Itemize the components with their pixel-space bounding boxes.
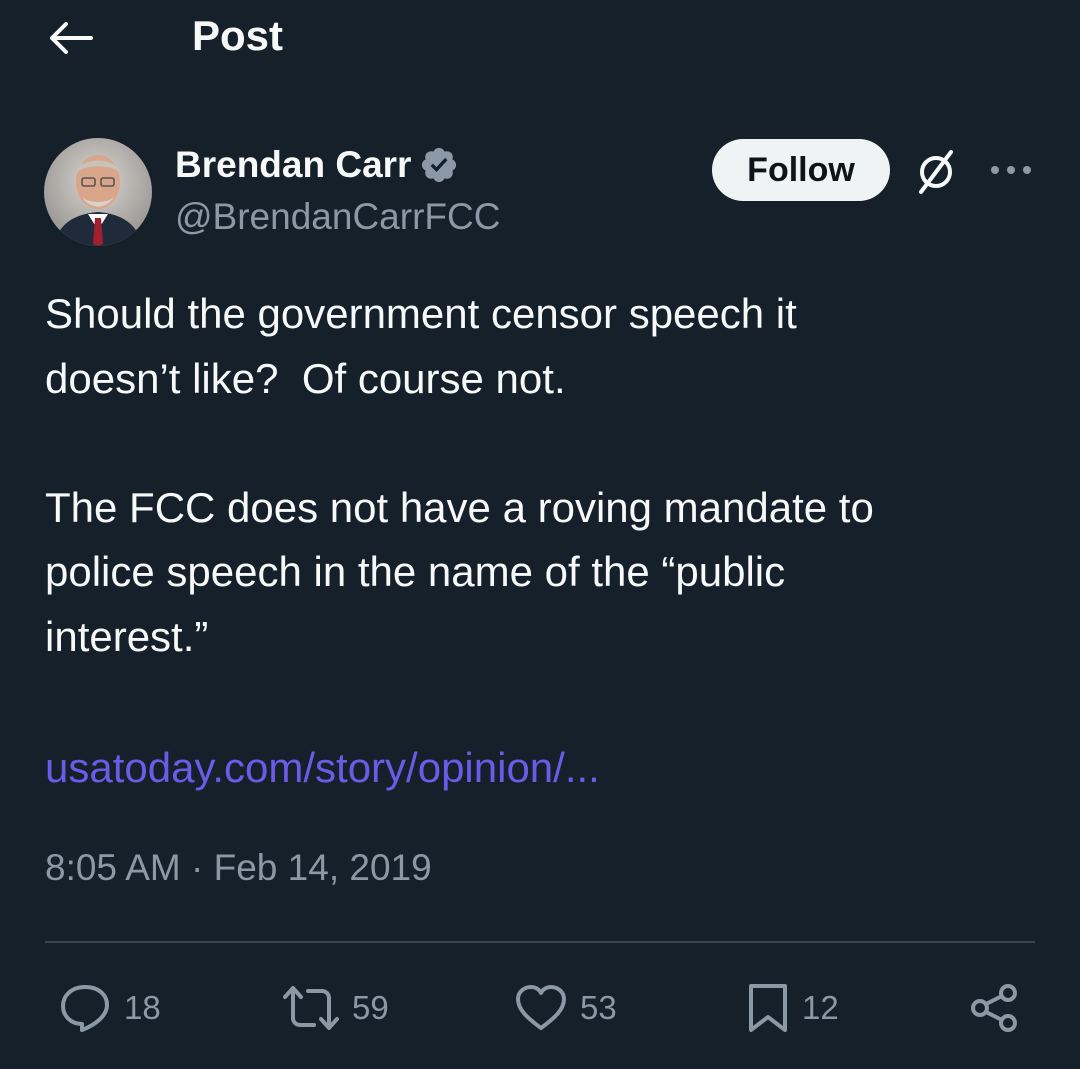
post-text: Should the government censor speech it d… xyxy=(45,282,1035,669)
post-paragraph-spacer xyxy=(45,411,1035,476)
follow-button[interactable]: Follow xyxy=(712,139,890,201)
author-name-row[interactable]: Brendan Carr xyxy=(175,144,459,186)
bookmark-count: 12 xyxy=(802,989,839,1026)
bookmark-icon xyxy=(749,984,787,1032)
author-handle[interactable]: @BrendanCarrFCC xyxy=(175,196,500,238)
post-link[interactable]: usatoday.com/story/opinion/... xyxy=(45,738,600,798)
repost-button[interactable]: 59 xyxy=(282,980,389,1036)
like-count: 53 xyxy=(580,989,617,1026)
avatar-image xyxy=(44,138,152,246)
grok-icon xyxy=(919,150,953,194)
post-paragraph: The FCC does not have a roving mandate t… xyxy=(45,483,874,660)
more-options-button[interactable] xyxy=(985,150,1037,190)
grok-button[interactable] xyxy=(908,146,964,198)
post-paragraph: Should the government censor speech it d… xyxy=(45,290,797,402)
divider xyxy=(45,941,1035,943)
share-button[interactable] xyxy=(970,980,1020,1036)
bookmark-button[interactable]: 12 xyxy=(746,980,839,1036)
top-bar: Post xyxy=(0,0,1080,80)
share-icon xyxy=(971,984,1017,1032)
page-title: Post xyxy=(192,12,284,59)
heart-icon xyxy=(516,985,566,1030)
post-timestamp[interactable]: 8:05 AM · Feb 14, 2019 xyxy=(45,846,432,890)
like-button[interactable]: 53 xyxy=(514,980,617,1036)
reply-count: 18 xyxy=(124,989,161,1026)
avatar[interactable] xyxy=(44,138,152,246)
repost-count: 59 xyxy=(352,989,389,1026)
arrow-left-icon xyxy=(50,22,93,54)
repost-icon xyxy=(283,986,339,1030)
back-button[interactable] xyxy=(46,14,94,62)
verified-badge-icon[interactable] xyxy=(419,145,459,185)
reply-icon xyxy=(61,985,109,1032)
more-horizontal-icon xyxy=(991,166,1031,174)
reply-button[interactable]: 18 xyxy=(58,980,161,1036)
author-name[interactable]: Brendan Carr xyxy=(175,144,411,186)
